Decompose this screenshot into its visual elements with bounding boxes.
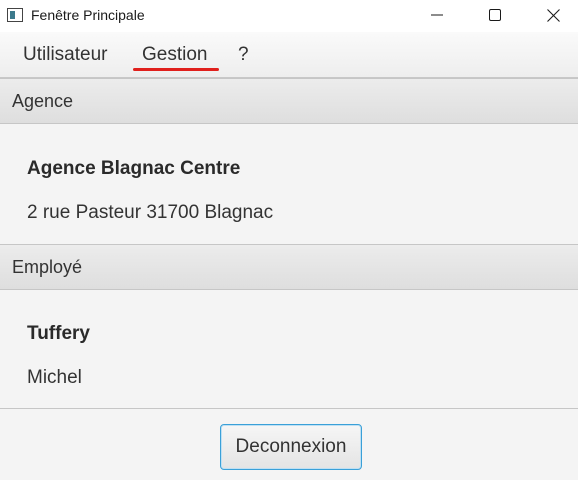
menu-gestion[interactable]: Gestion	[142, 44, 207, 66]
employe-header-label: Employé	[12, 257, 83, 277]
menu-bar: Utilisateur Gestion ?	[0, 32, 578, 78]
main-window: Fenêtre Principale Utilisateur Gestion ?…	[0, 0, 578, 480]
employe-nom: Tuffery	[27, 323, 90, 344]
employe-section-header: Employé	[0, 244, 578, 290]
minimize-icon	[431, 14, 443, 16]
footer-separator	[0, 408, 578, 409]
close-button[interactable]	[530, 0, 576, 30]
minimize-button[interactable]	[414, 0, 460, 30]
maximize-icon	[489, 9, 501, 21]
agence-header-label: Agence	[12, 91, 74, 111]
menu-utilisateur[interactable]: Utilisateur	[23, 44, 107, 66]
agence-address: 2 rue Pasteur 31700 Blagnac	[27, 202, 274, 223]
agence-name: Agence Blagnac Centre	[27, 158, 241, 179]
menu-gestion-underline	[133, 68, 219, 71]
close-icon	[546, 8, 560, 22]
app-icon	[7, 8, 23, 22]
title-bar[interactable]: Fenêtre Principale	[0, 0, 578, 32]
deconnexion-button[interactable]: Deconnexion	[220, 424, 362, 470]
window-title: Fenêtre Principale	[31, 7, 145, 23]
menu-help[interactable]: ?	[238, 44, 249, 66]
employe-prenom: Michel	[27, 367, 82, 388]
agence-section-header: Agence	[0, 78, 578, 124]
maximize-button[interactable]	[472, 0, 518, 30]
